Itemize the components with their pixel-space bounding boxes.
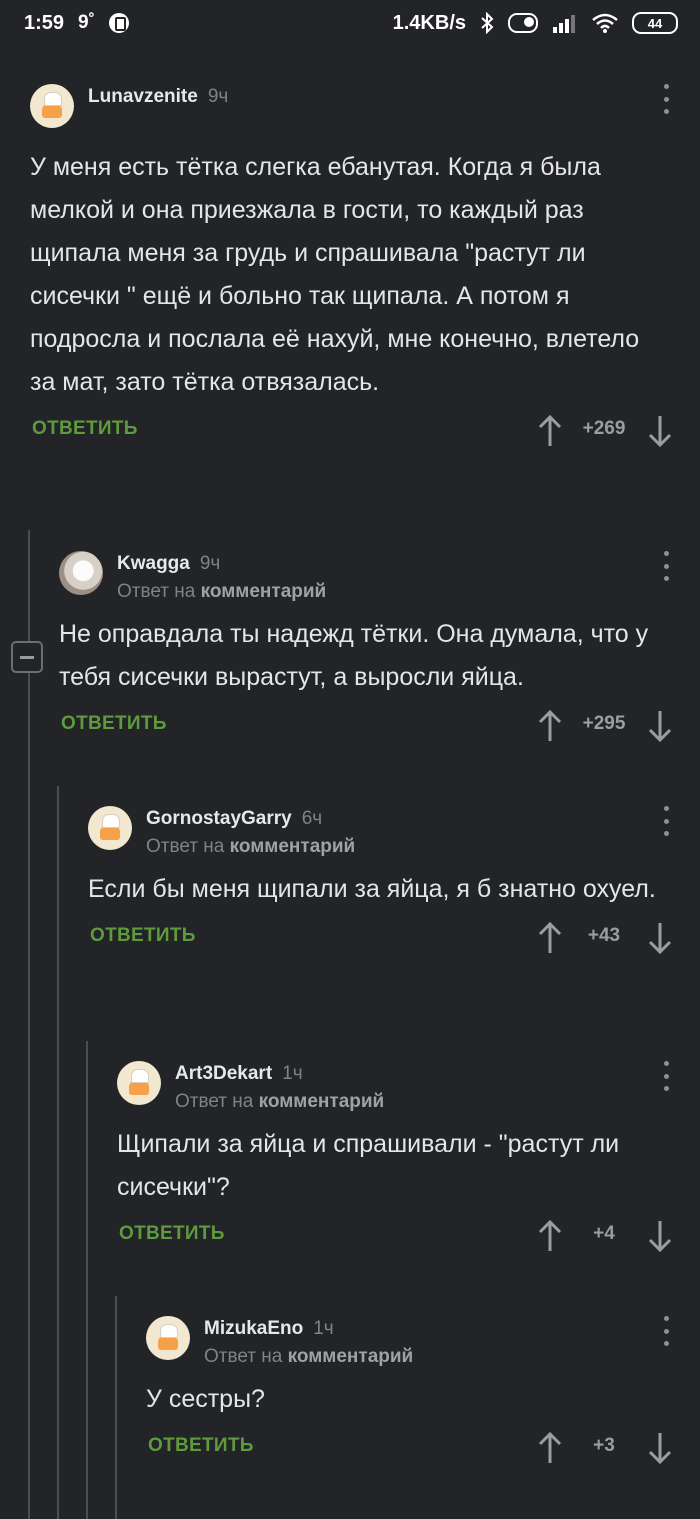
author-name[interactable]: GornostayGarry [146,808,292,829]
downvote-icon[interactable] [646,414,674,448]
upvote-icon[interactable] [536,414,564,448]
comment-score: +3 [593,1435,615,1456]
thread-line[interactable] [57,786,59,1519]
author-name[interactable]: Art3Dekart [175,1063,272,1084]
upvote-icon[interactable] [536,709,564,743]
bluetooth-icon [481,12,494,34]
battery-icon: 44 [632,12,678,34]
status-temperature: 9˚ [78,12,95,33]
comment-author[interactable]: GornostayGarry 6ч [146,808,322,830]
comment-text: Щипали за яйца и спрашивали - "растут ли… [117,1130,620,1201]
comment-text: Если бы меня щипали за яйца, я б знатно … [88,875,656,903]
comment-time: 9ч [207,86,229,107]
upvote-icon[interactable] [536,1219,564,1253]
comment-score: +295 [582,713,626,734]
comment: Kwagga 9ч Ответ на комментарий Не оправда… [59,551,700,759]
reply-to-link[interactable]: Ответ на комментарий [175,1091,384,1113]
thread-line[interactable] [115,1296,117,1519]
comment: Art3Dekart 1ч Ответ на комментарий Щипали… [117,1061,700,1269]
comment-author[interactable]: Kwagga 9ч [117,553,220,575]
reply-to-link[interactable]: Ответ на комментарий [204,1346,413,1368]
comment-time: 1ч [282,1063,303,1084]
reply-button[interactable]: ОТВЕТИТЬ [148,1435,254,1457]
collapse-thread-button[interactable] [11,641,43,673]
reply-button[interactable]: ОТВЕТИТЬ [119,1223,225,1245]
avatar[interactable] [146,1316,190,1360]
comment-author[interactable]: Art3Dekart 1ч [175,1063,303,1085]
comment-time: 9ч [199,553,221,574]
author-name[interactable]: Kwagga [117,553,190,574]
comment-score: +4 [593,1223,615,1244]
more-options-icon[interactable] [662,1316,670,1346]
comment-time: 1ч [313,1318,334,1339]
author-name[interactable]: MizukaEno [204,1318,303,1339]
reply-button[interactable]: ОТВЕТИТЬ [61,713,167,735]
comment-author[interactable]: Lunavzenite 9ч [88,86,228,108]
comment-text: У меня есть тётка слегка ебанутая. Когда… [30,153,640,396]
comment-score: +43 [587,925,621,946]
network-speed: 1.4KB/s [392,11,466,34]
more-options-icon[interactable] [662,84,670,114]
downvote-icon[interactable] [646,1431,674,1465]
comment: Lunavzenite 9ч У меня есть тётка слегка е… [30,84,700,464]
toggle-icon [508,13,538,33]
reply-to-link[interactable]: Ответ на комментарий [117,581,326,603]
avatar[interactable] [59,551,103,595]
phone-icon [108,13,129,33]
downvote-icon[interactable] [646,921,674,955]
wifi-icon [592,13,618,33]
comment-score: +269 [582,418,626,439]
thread-line[interactable] [86,1041,88,1519]
reply-button[interactable]: ОТВЕТИТЬ [32,418,138,440]
downvote-icon[interactable] [646,709,674,743]
avatar[interactable] [88,806,132,850]
avatar[interactable] [117,1061,161,1105]
more-options-icon[interactable] [662,1061,670,1091]
comment-text: Не оправдала ты надежд тётки. Она думала… [59,620,649,691]
comment: GornostayGarry 6ч Ответ на комментарий Ес… [88,806,700,971]
avatar[interactable] [30,84,74,128]
downvote-icon[interactable] [646,1219,674,1253]
more-options-icon[interactable] [662,551,670,581]
comment-author[interactable]: MizukaEno 1ч [204,1318,334,1340]
upvote-icon[interactable] [536,1431,564,1465]
comment-text: У сестры? [146,1385,265,1413]
reply-to-link[interactable]: Ответ на комментарий [146,836,355,858]
status-time: 1:59 [24,11,65,34]
comment: MizukaEno 1ч Ответ на комментарий У сестр… [146,1316,700,1481]
comment-time: 6ч [301,808,323,829]
upvote-icon[interactable] [536,921,564,955]
reply-button[interactable]: ОТВЕТИТЬ [90,925,196,947]
author-name[interactable]: Lunavzenite [88,86,198,107]
more-options-icon[interactable] [662,806,670,836]
status-bar: 1:59 9˚ 1.4KB/s 44 [0,0,700,46]
signal-icon [553,15,575,33]
thread-line[interactable] [28,530,30,1519]
